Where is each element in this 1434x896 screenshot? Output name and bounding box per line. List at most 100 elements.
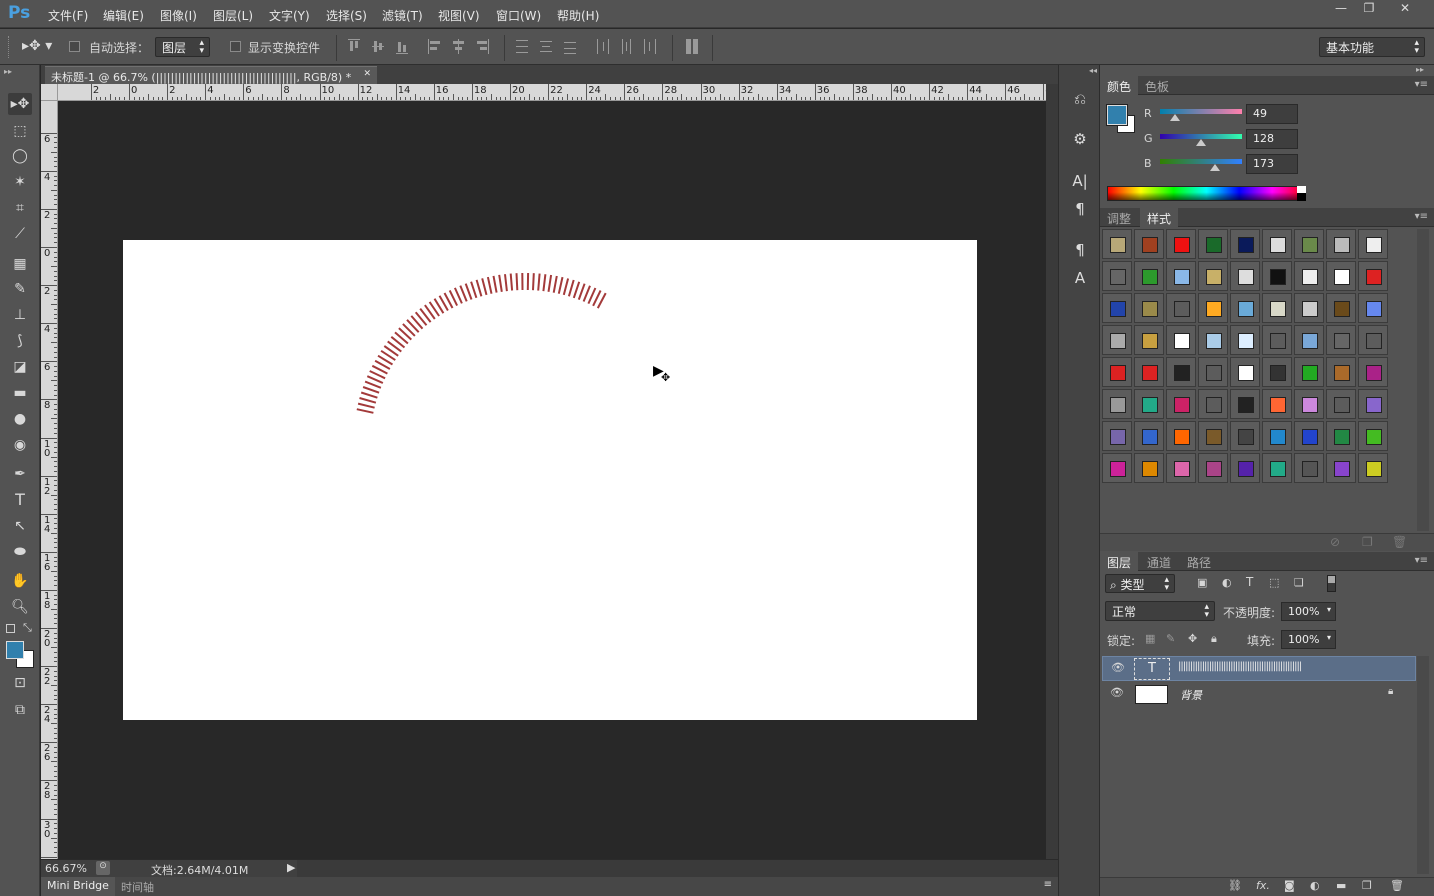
style-swatch[interactable] — [1198, 357, 1228, 387]
add-mask-icon[interactable]: ◙ — [1284, 879, 1295, 892]
style-swatch[interactable] — [1294, 229, 1324, 259]
ellipse-tool-icon[interactable]: ⬬ — [8, 541, 32, 563]
menu-view[interactable]: 视图(V) — [438, 7, 480, 24]
document-tab[interactable]: 未标题-1 @ 66.7% (|||||||||||||||||||||||||… — [45, 66, 377, 85]
style-swatch[interactable] — [1166, 357, 1196, 387]
style-swatch[interactable] — [1230, 325, 1260, 355]
style-swatch[interactable] — [1326, 293, 1356, 323]
fill-field[interactable]: 100% ▾ — [1281, 630, 1336, 649]
minimize-button[interactable]: — — [1327, 0, 1355, 16]
style-swatch[interactable] — [1326, 325, 1356, 355]
close-button[interactable]: ✕ — [1390, 0, 1420, 16]
channel-g-thumb[interactable] — [1196, 139, 1206, 146]
vertical-ruler[interactable]: 6420246810121416182022242628303 — [41, 101, 58, 859]
paragraph-panel-icon[interactable]: ¶ — [1068, 199, 1092, 219]
style-swatch[interactable] — [1230, 261, 1260, 291]
lasso-tool-icon[interactable]: ◯ — [8, 145, 32, 167]
clear-style-icon[interactable]: ⊘ — [1330, 535, 1340, 549]
align-vcenter-icon[interactable] — [372, 39, 384, 55]
properties-panel-icon[interactable]: ⚙ — [1068, 129, 1092, 149]
style-swatch[interactable] — [1102, 229, 1132, 259]
new-layer-icon[interactable]: ❐ — [1362, 879, 1372, 892]
style-swatch[interactable] — [1294, 389, 1324, 419]
channel-b-field[interactable]: 173 — [1246, 154, 1298, 174]
panel-menu-icon[interactable]: ≡ — [1044, 879, 1052, 890]
style-swatch[interactable] — [1294, 293, 1324, 323]
auto-select-dropdown[interactable]: 图层 ▴ ▾ — [155, 37, 210, 57]
style-swatch[interactable] — [1230, 421, 1260, 451]
style-swatch[interactable] — [1230, 453, 1260, 483]
adjustment-layer-icon[interactable]: ◐ — [1310, 879, 1320, 892]
auto-select-checkbox[interactable] — [69, 41, 80, 52]
tab-layers[interactable]: 图层 — [1100, 552, 1139, 571]
align-top-icon[interactable] — [348, 39, 360, 55]
style-swatch[interactable] — [1326, 453, 1356, 483]
style-swatch[interactable] — [1102, 453, 1132, 483]
expand-dock-icon[interactable]: ◂◂ — [1089, 66, 1097, 75]
style-swatch[interactable] — [1230, 293, 1260, 323]
restore-button[interactable]: ❐ — [1355, 0, 1383, 16]
auto-align-icon[interactable] — [686, 39, 698, 55]
style-swatch[interactable] — [1198, 421, 1228, 451]
canvas[interactable] — [123, 240, 977, 720]
style-swatch[interactable] — [1262, 389, 1292, 419]
swap-colors-icon[interactable]: ⤡ — [23, 621, 32, 635]
ruler-origin[interactable] — [41, 84, 58, 101]
pen-tool-icon[interactable]: ✒ — [8, 463, 32, 485]
style-swatch[interactable] — [1134, 389, 1164, 419]
delete-style-icon[interactable]: 🗑︎ — [1392, 535, 1407, 549]
history-brush-icon[interactable]: ⟆ — [8, 330, 32, 352]
lock-position-icon[interactable]: ✥ — [1188, 632, 1197, 645]
style-swatch[interactable] — [1262, 421, 1292, 451]
horizontal-ruler[interactable]: 2 0 2 4 6 8 10 12 14 16 18 20 22 24 26 28 30 32 34 36 38 40 42… — [58, 84, 1046, 101]
filter-smart-icon[interactable]: ❏ — [1294, 576, 1304, 589]
style-swatch[interactable] — [1198, 453, 1228, 483]
history-panel-icon[interactable]: ⎌ — [1068, 89, 1092, 109]
character-style-icon[interactable]: A — [1068, 268, 1092, 288]
opacity-field[interactable]: 100% ▾ — [1281, 602, 1336, 621]
style-swatch[interactable] — [1134, 325, 1164, 355]
style-swatch[interactable] — [1166, 421, 1196, 451]
menu-window[interactable]: 窗口(W) — [496, 7, 541, 24]
lock-pixels-icon[interactable]: ✎ — [1166, 632, 1175, 645]
distribute-top-icon[interactable] — [516, 39, 528, 55]
new-style-icon[interactable]: ❐ — [1362, 535, 1373, 549]
style-swatch[interactable] — [1166, 389, 1196, 419]
crop-tool-icon[interactable]: ⌗ — [8, 197, 32, 219]
visibility-eye-icon[interactable]: 👁︎ — [1111, 661, 1125, 674]
distribute-right-icon[interactable] — [644, 39, 656, 55]
menu-select[interactable]: 选择(S) — [326, 7, 367, 24]
menu-filter[interactable]: 滤镜(T) — [382, 7, 423, 24]
style-swatch[interactable] — [1358, 325, 1388, 355]
marquee-tool-icon[interactable]: ⬚ — [8, 120, 32, 142]
align-left-icon[interactable] — [428, 39, 440, 55]
tab-channels[interactable]: 通道 — [1140, 552, 1178, 571]
eraser-icon[interactable]: ◪ — [8, 356, 32, 378]
style-swatch[interactable] — [1262, 229, 1292, 259]
channel-b-thumb[interactable] — [1210, 164, 1220, 171]
style-swatch[interactable] — [1358, 389, 1388, 419]
style-swatch[interactable] — [1294, 325, 1324, 355]
collapse-icon[interactable]: ▸▸ — [4, 67, 12, 76]
style-swatch[interactable] — [1166, 261, 1196, 291]
filter-shape-icon[interactable]: ⬚ — [1269, 576, 1279, 589]
healing-brush-icon[interactable]: ▦ — [8, 253, 32, 275]
hand-tool-icon[interactable]: ✋ — [8, 570, 32, 592]
style-swatch[interactable] — [1198, 229, 1228, 259]
close-tab-icon[interactable]: ✕ — [363, 69, 371, 79]
style-swatch[interactable] — [1166, 453, 1196, 483]
styles-scrollbar[interactable] — [1417, 229, 1429, 531]
tab-timeline[interactable]: 时间轴 — [121, 879, 154, 895]
distribute-vcenter-icon[interactable] — [540, 39, 552, 55]
channel-g-field[interactable]: 128 — [1246, 129, 1298, 149]
status-menu-arrow-icon[interactable]: ▶ — [287, 861, 295, 874]
visibility-eye-icon[interactable]: 👁︎ — [1110, 686, 1124, 699]
path-select-icon[interactable]: ↖ — [8, 515, 32, 537]
filter-toggle[interactable] — [1327, 575, 1336, 592]
style-swatch[interactable] — [1230, 389, 1260, 419]
style-swatch[interactable] — [1262, 357, 1292, 387]
style-swatch[interactable] — [1134, 261, 1164, 291]
gradient-tool-icon[interactable]: ▬ — [8, 382, 32, 404]
menu-file[interactable]: 文件(F) — [48, 7, 88, 24]
new-group-icon[interactable]: ▬ — [1336, 879, 1346, 892]
